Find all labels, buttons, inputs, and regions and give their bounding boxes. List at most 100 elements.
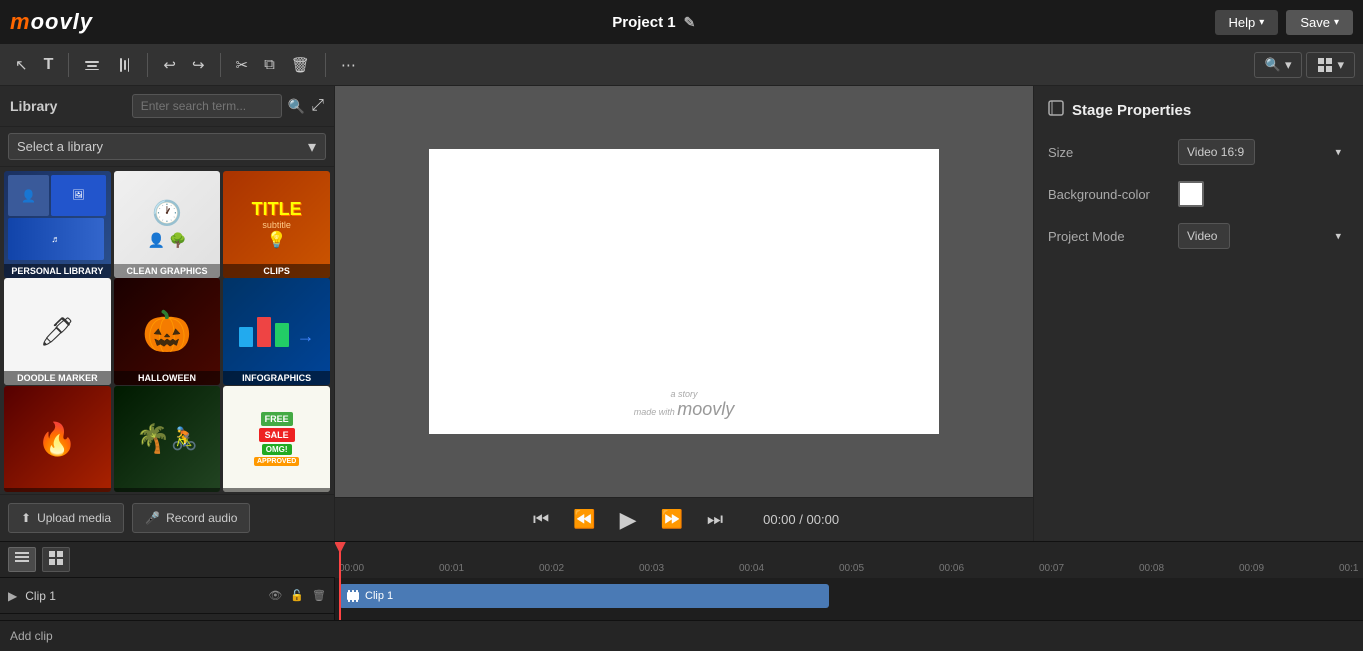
bg-color-row: Background-color [1048, 181, 1349, 207]
tick-9: 00:09 [1239, 563, 1339, 574]
library-item-infographics[interactable]: → INFOGRAPHICS [223, 278, 330, 385]
library-item-clean[interactable]: 🕐 👤 🌳 CLEAN GRAPHICS [114, 171, 221, 278]
toolbar-separator-3 [220, 53, 221, 77]
redo-button[interactable]: ↪ [185, 52, 212, 78]
library-item-personal[interactable]: 👤 🖼 ♬ PERSONAL LIBRARY [4, 171, 111, 278]
tick-6: 00:06 [939, 563, 1039, 574]
library-header: Library 🔍 ⤢ [0, 86, 334, 127]
timeline-ticks: 00:00 00:01 00:02 00:03 00:04 00:05 00:0… [335, 542, 1363, 578]
search-icon: 🔍 [1265, 57, 1281, 73]
bg-color-swatch[interactable] [1178, 181, 1204, 207]
expand-library-button[interactable]: ⤢ [311, 97, 324, 115]
tick-4: 00:04 [739, 563, 839, 574]
library-select-wrapper: Select a library [0, 127, 334, 167]
library-item-doodle[interactable]: 🖊 DOODLE MARKER [4, 278, 111, 385]
library-item-sale[interactable]: FREE SALE OMG! APPROVED [223, 386, 330, 493]
library-bottom-actions: ⬆ Upload media 🎤 Record audio [0, 494, 334, 541]
play-button[interactable]: ▶ [616, 503, 641, 537]
tick-1: 00:01 [439, 563, 539, 574]
timeline-controls-left [0, 547, 335, 572]
library-label: Library [10, 98, 57, 114]
timeline-grid-view-button[interactable] [42, 547, 70, 572]
bg-color-label: Background-color [1048, 187, 1178, 202]
search-input[interactable] [132, 94, 282, 118]
save-button[interactable]: Save ▾ [1286, 10, 1353, 35]
text-tool-button[interactable]: T [37, 52, 61, 78]
search-bar: 🔍 ⤢ [132, 94, 324, 118]
library-item-fire[interactable]: 🔥 [4, 386, 111, 493]
topbar: moovly Project 1 ✎ Help ▾ Save ▾ [0, 0, 1363, 44]
tick-7: 00:07 [1039, 563, 1139, 574]
delete-button[interactable]: 🗑 [284, 52, 317, 78]
track-visibility-icon[interactable]: 👁 [268, 589, 282, 602]
align-h-button[interactable] [77, 53, 107, 77]
library-select-container: Select a library [8, 133, 326, 160]
add-clip-button[interactable]: Add clip [10, 629, 53, 643]
size-select[interactable]: Video 16:9 Video 4:3 Square 1:1 [1178, 139, 1255, 165]
add-clip-bar: Add clip [0, 620, 1363, 651]
undo-button[interactable]: ↩ [156, 52, 183, 78]
track-lock-icon[interactable]: 🔓 [290, 589, 304, 602]
topbar-actions: Help ▾ Save ▾ [1215, 10, 1353, 35]
stage-props-header: Stage Properties [1048, 100, 1349, 121]
track-delete-icon[interactable]: 🗑 [312, 589, 326, 602]
library-item-halloween[interactable]: 🎃 HALLOWEEN [114, 278, 221, 385]
timeline-tracks: ▶ Clip 1 👁 🔓 🗑 Clip 1 [0, 578, 1363, 620]
library-item-nature[interactable]: 🌴 🚴 [114, 386, 221, 493]
stage-properties-panel: Stage Properties Size Video 16:9 Video 4… [1033, 86, 1363, 541]
timeline-playhead[interactable] [339, 542, 341, 578]
timeline-header: 00:00 00:01 00:02 00:03 00:04 00:05 00:0… [0, 542, 1363, 578]
tick-2: 00:02 [539, 563, 639, 574]
size-select-wrapper: Video 16:9 Video 4:3 Square 1:1 [1178, 139, 1349, 165]
copy-button[interactable]: ⧉ [257, 52, 282, 77]
edit-title-icon[interactable]: ✎ [684, 14, 696, 31]
cursor-tool-button[interactable]: ↖ [8, 52, 35, 78]
skip-to-start-button[interactable]: ⏮ [529, 505, 553, 534]
tick-0: 00:00 [339, 563, 439, 574]
rewind-button[interactable]: ⏪ [569, 505, 599, 534]
library-select[interactable]: Select a library [8, 133, 326, 160]
tool-group-history: ↩ ↪ [156, 52, 211, 78]
search-submit-button[interactable]: 🔍 [288, 98, 305, 115]
track-name: Clip 1 [25, 589, 260, 603]
tick-5: 00:05 [839, 563, 939, 574]
project-title: Project 1 [612, 14, 675, 31]
fast-forward-button[interactable]: ⏩ [656, 505, 686, 534]
project-mode-label: Project Mode [1048, 229, 1178, 244]
stage-props-title: Stage Properties [1072, 102, 1191, 119]
left-panel: Library 🔍 ⤢ Select a library 👤 🖼 ♬ [0, 86, 335, 541]
record-audio-button[interactable]: 🎤 Record audio [132, 503, 250, 533]
skip-to-end-button[interactable]: ⏭ [703, 505, 727, 534]
track-clip-1[interactable]: Clip 1 [339, 584, 829, 608]
logo: moovly [10, 9, 93, 35]
toolbar-separator-2 [147, 53, 148, 77]
project-mode-select[interactable]: Video GIF Image [1178, 223, 1230, 249]
track-content: Clip 1 [335, 578, 1363, 620]
track-expand-icon[interactable]: ▶ [8, 589, 17, 603]
clip-name: Clip 1 [365, 590, 393, 602]
tick-10: 00:1 [1339, 563, 1363, 574]
align-v-button[interactable] [109, 53, 139, 77]
search-button[interactable]: 🔍 ▾ [1254, 52, 1303, 78]
library-item-halloween-label: HALLOWEEN [114, 371, 221, 385]
upload-icon: ⬆ [21, 511, 31, 525]
library-item-clips[interactable]: TITLE subtitle 💡 CLIPS [223, 171, 330, 278]
track-row-clip1: ▶ Clip 1 👁 🔓 🗑 [0, 578, 334, 614]
help-button[interactable]: Help ▾ [1215, 10, 1279, 35]
grid-view-button[interactable]: ▾ [1306, 52, 1355, 78]
film-icon [347, 590, 359, 602]
library-item-nature-label [114, 488, 221, 492]
microphone-icon: 🎤 [145, 511, 160, 525]
size-row: Size Video 16:9 Video 4:3 Square 1:1 [1048, 139, 1349, 165]
total-time: 00:00 [807, 512, 840, 527]
stage-props-icon [1048, 100, 1064, 121]
upload-media-button[interactable]: ⬆ Upload media [8, 503, 124, 533]
cut-button[interactable]: ✂ [229, 52, 256, 78]
timeline-area: 00:00 00:01 00:02 00:03 00:04 00:05 00:0… [0, 541, 1363, 651]
more-button[interactable]: ⋯ [334, 52, 363, 78]
tick-3: 00:03 [639, 563, 739, 574]
stage-watermark: a story made with moovly [634, 389, 735, 420]
library-item-sale-label [223, 488, 330, 492]
timeline-list-view-button[interactable] [8, 547, 36, 572]
library-item-infographics-label: INFOGRAPHICS [223, 371, 330, 385]
